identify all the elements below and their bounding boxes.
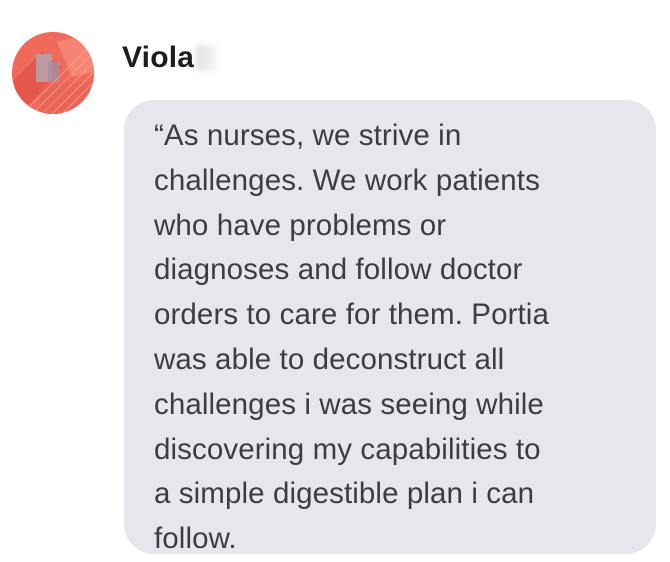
avatar-image	[12, 32, 94, 114]
redacted-surname	[196, 45, 219, 71]
avatar[interactable]	[12, 32, 94, 114]
comment-text: “As nurses, we strive in challenges. We …	[154, 119, 549, 556]
author-name[interactable]: Viola	[122, 41, 194, 75]
comment-bubble: “As nurses, we strive in challenges. We …	[124, 100, 656, 555]
author-header: Viola	[122, 38, 219, 78]
